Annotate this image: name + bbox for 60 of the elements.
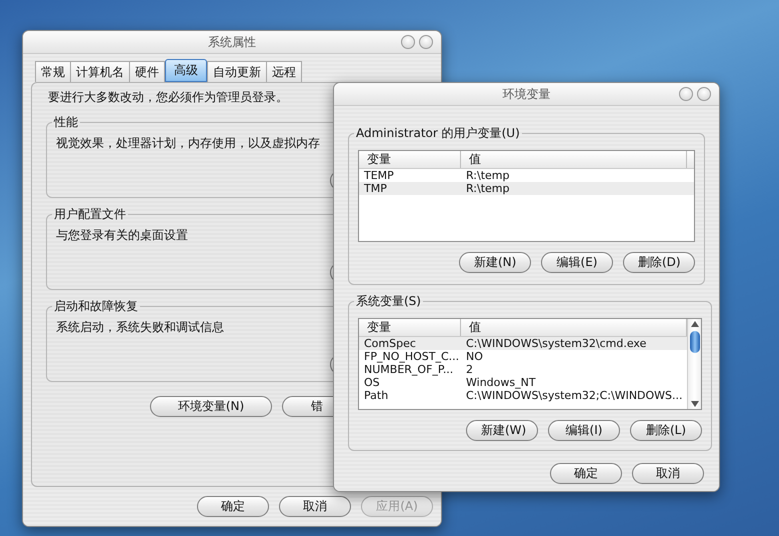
edit-button[interactable]: 编辑(E) [541, 252, 613, 273]
edit-button[interactable]: 编辑(I) [548, 420, 620, 441]
table-row[interactable]: Path C:\WINDOWS\system32;C:\WINDOWS... [359, 389, 687, 402]
table-row[interactable]: NUMBER_OF_P... 2 [359, 363, 687, 376]
cancel-button[interactable]: 取消 [279, 496, 351, 517]
group-description: 视觉效果，处理器计划，内存使用，以及虚拟内存 [56, 135, 320, 152]
group-title: 性能 [52, 114, 79, 131]
new-button[interactable]: 新建(W) [466, 420, 538, 441]
cancel-button[interactable]: 取消 [632, 463, 704, 484]
tab[interactable]: 硬件 [130, 61, 165, 82]
table-cell-text: R:\temp [465, 169, 510, 182]
group-description: 系统启动，系统失败和调试信息 [56, 319, 224, 336]
table-cell-text: C:\WINDOWS\system32;C:\WINDOWS... [465, 389, 684, 402]
table-cell-text: TEMP [363, 169, 395, 182]
tab[interactable]: 计算机名 [71, 61, 130, 82]
up-arrow-icon[interactable] [690, 321, 698, 327]
table-cell-text: OS [363, 376, 381, 389]
table-cell-text: ComSpec [363, 337, 417, 350]
column-header[interactable]: 值 [461, 151, 687, 168]
group-title: 系统变量(S) [355, 293, 422, 310]
window-title: 环境变量 [502, 86, 550, 102]
tab[interactable]: 常规 [35, 61, 71, 82]
down-arrow-icon[interactable] [690, 401, 698, 407]
environment-variables-button[interactable]: 环境变量(N) [150, 396, 272, 417]
table-cell-text: 2 [465, 363, 474, 376]
table-cell-text: NO [465, 350, 484, 363]
tab[interactable]: 自动更新 [207, 61, 267, 82]
column-header[interactable]: 变量 [359, 151, 461, 168]
column-header[interactable]: 变量 [359, 319, 461, 336]
table-row[interactable]: ComSpec C:\WINDOWS\system32\cmd.exe [359, 337, 687, 350]
delete-button[interactable]: 删除(L) [630, 420, 702, 441]
scroll-thumb[interactable] [690, 331, 700, 353]
table-cell-text: C:\WINDOWS\system32\cmd.exe [465, 337, 648, 350]
table-cell-text: R:\temp [465, 182, 510, 195]
admin-note: 要进行大多数改动，您必须作为管理员登录。 [48, 89, 289, 106]
table-row[interactable]: OS Windows_NT [359, 376, 687, 389]
table-cell-text: NUMBER_OF_P... [363, 363, 454, 376]
group-title: 启动和故障恢复 [53, 298, 139, 315]
minimize-button[interactable] [401, 35, 415, 49]
close-button[interactable] [697, 87, 711, 101]
table-cell-text: FP_NO_HOST_C... [363, 350, 460, 363]
window-title: 系统属性 [208, 34, 256, 50]
minimize-button[interactable] [679, 87, 693, 101]
table-cell-text: Windows_NT [465, 376, 537, 389]
scrollbar[interactable] [687, 319, 701, 409]
tab[interactable]: 高级 [165, 59, 207, 82]
ok-button[interactable]: 确定 [197, 496, 269, 517]
tab[interactable]: 远程 [267, 61, 302, 82]
group-title: 用户配置文件 [53, 206, 127, 223]
group-description: 与您登录有关的桌面设置 [56, 227, 188, 244]
table-row[interactable]: TEMP R:\temp [359, 169, 694, 182]
delete-button[interactable]: 删除(D) [623, 252, 695, 273]
table-cell-text: TMP [363, 182, 388, 195]
table-cell-text: Path [363, 389, 390, 402]
table-row[interactable]: FP_NO_HOST_C... NO [359, 350, 687, 363]
table-row[interactable]: TMP R:\temp [359, 182, 694, 195]
new-button[interactable]: 新建(N) [459, 252, 531, 273]
group-title: Administrator 的用户变量(U) [355, 125, 521, 142]
ok-button[interactable]: 确定 [550, 463, 622, 484]
close-button[interactable] [419, 35, 433, 49]
